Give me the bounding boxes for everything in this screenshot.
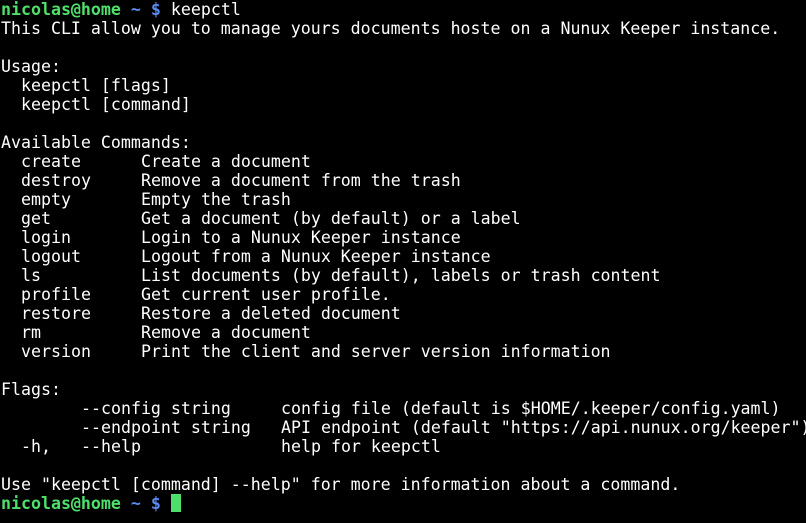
command-name: destroy [21,171,91,190]
command-desc: Create a document [141,152,311,171]
prompt-symbol: $ [150,0,161,19]
command-name: version [21,342,91,361]
flag-desc: help for keepctl [281,437,441,456]
text-cursor[interactable] [170,494,181,512]
usage-line: keepctl [command] [21,95,191,114]
command-row: create Create a document [1,152,806,171]
flag-desc: config file (default is $HOME/.keeper/co… [281,399,781,418]
command-name: login [21,228,71,247]
command-row: restore Restore a deleted document [1,304,806,323]
prompt-path: ~ [130,0,141,19]
command-row: version Print the client and server versi… [1,342,806,361]
command-row: login Login to a Nunux Keeper instance [1,228,806,247]
prompt-line-2[interactable]: nicolas@home ~ $ [1,494,806,513]
command-row: logout Logout from a Nunux Keeper instanc… [1,247,806,266]
entered-command: keepctl [170,0,241,19]
flag-name: --endpoint string [81,418,251,437]
command-name: logout [21,247,81,266]
command-name: restore [21,304,91,323]
command-desc: Empty the trash [141,190,291,209]
flags-heading: Flags: [1,380,61,399]
command-row: profile Get current user profile. [1,285,806,304]
command-desc: Remove a document from the trash [141,171,461,190]
description-line: This CLI allow you to manage yours docum… [1,19,781,38]
command-name: empty [21,190,71,209]
command-desc: Remove a document [141,323,311,342]
command-desc: Restore a deleted document [141,304,401,323]
flag-name: --help [81,437,141,456]
command-name: profile [21,285,91,304]
command-row: rm Remove a document [1,323,806,342]
flag-row: --endpoint string API endpoint (default "… [1,418,806,437]
command-name: rm [21,323,41,342]
command-desc: Get current user profile. [141,285,391,304]
usage-heading: Usage: [1,57,61,76]
flag-short: -h, [21,437,51,456]
flag-name: --config string [81,399,231,418]
command-desc: Print the client and server version info… [141,342,611,361]
prompt-line-1: nicolas@home ~ $ keepctl [1,0,806,19]
command-desc: Get a document (by default) or a label [141,209,521,228]
command-row: ls List documents (by default), labels or… [1,266,806,285]
footer-line: Use "keepctl [command] --help" for more … [1,475,681,494]
commands-heading: Available Commands: [1,133,191,152]
prompt-user-host: nicolas@home [1,494,121,513]
command-desc: Login to a Nunux Keeper instance [141,228,461,247]
command-desc: Logout from a Nunux Keeper instance [141,247,491,266]
command-name: create [21,152,81,171]
command-desc: List documents (by default), labels or t… [141,266,661,285]
prompt-symbol: $ [150,494,161,513]
flag-row: --config string config file (default is $… [1,399,806,418]
command-row: destroy Remove a document from the trash [1,171,806,190]
command-name: ls [21,266,41,285]
terminal-window[interactable]: nicolas@home ~ $ keepctl This CLI allow … [0,0,806,523]
command-row: get Get a document (by default) or a labe… [1,209,806,228]
flag-row: -h, --help help for keepctl [1,437,806,456]
prompt-path: ~ [130,494,141,513]
usage-line: keepctl [flags] [21,76,171,95]
flag-desc: API endpoint (default "https://api.nunux… [281,418,806,437]
prompt-user-host: nicolas@home [1,0,121,19]
command-name: get [21,209,51,228]
command-row: empty Empty the trash [1,190,806,209]
